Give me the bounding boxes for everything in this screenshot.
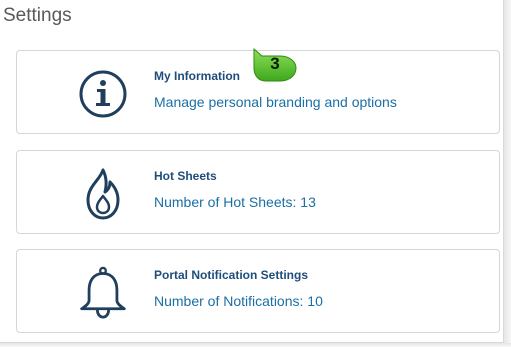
- settings-panel: Settings My Information Manage personal …: [0, 0, 504, 343]
- window-edge-shadow: [504, 0, 511, 347]
- card-hot-sheets[interactable]: Hot Sheets Number of Hot Sheets: 13: [16, 150, 500, 234]
- card-title: My Information: [154, 69, 240, 83]
- step-callout-badge: 3: [252, 47, 298, 82]
- card-title: Portal Notification Settings: [154, 268, 309, 282]
- step-number: 3: [270, 54, 280, 73]
- card-title: Hot Sheets: [154, 169, 217, 183]
- flame-icon: [77, 166, 129, 222]
- page-title: Settings: [3, 5, 72, 26]
- window-bottom-shadow: [0, 343, 511, 347]
- card-subtitle: Manage personal branding and options: [154, 94, 397, 110]
- bell-icon: [77, 265, 129, 321]
- card-subtitle: Number of Notifications: 10: [154, 293, 323, 309]
- info-circle-icon: [77, 66, 129, 122]
- card-subtitle: Number of Hot Sheets: 13: [154, 194, 316, 210]
- card-portal-notification-settings[interactable]: Portal Notification Settings Number of N…: [16, 249, 500, 333]
